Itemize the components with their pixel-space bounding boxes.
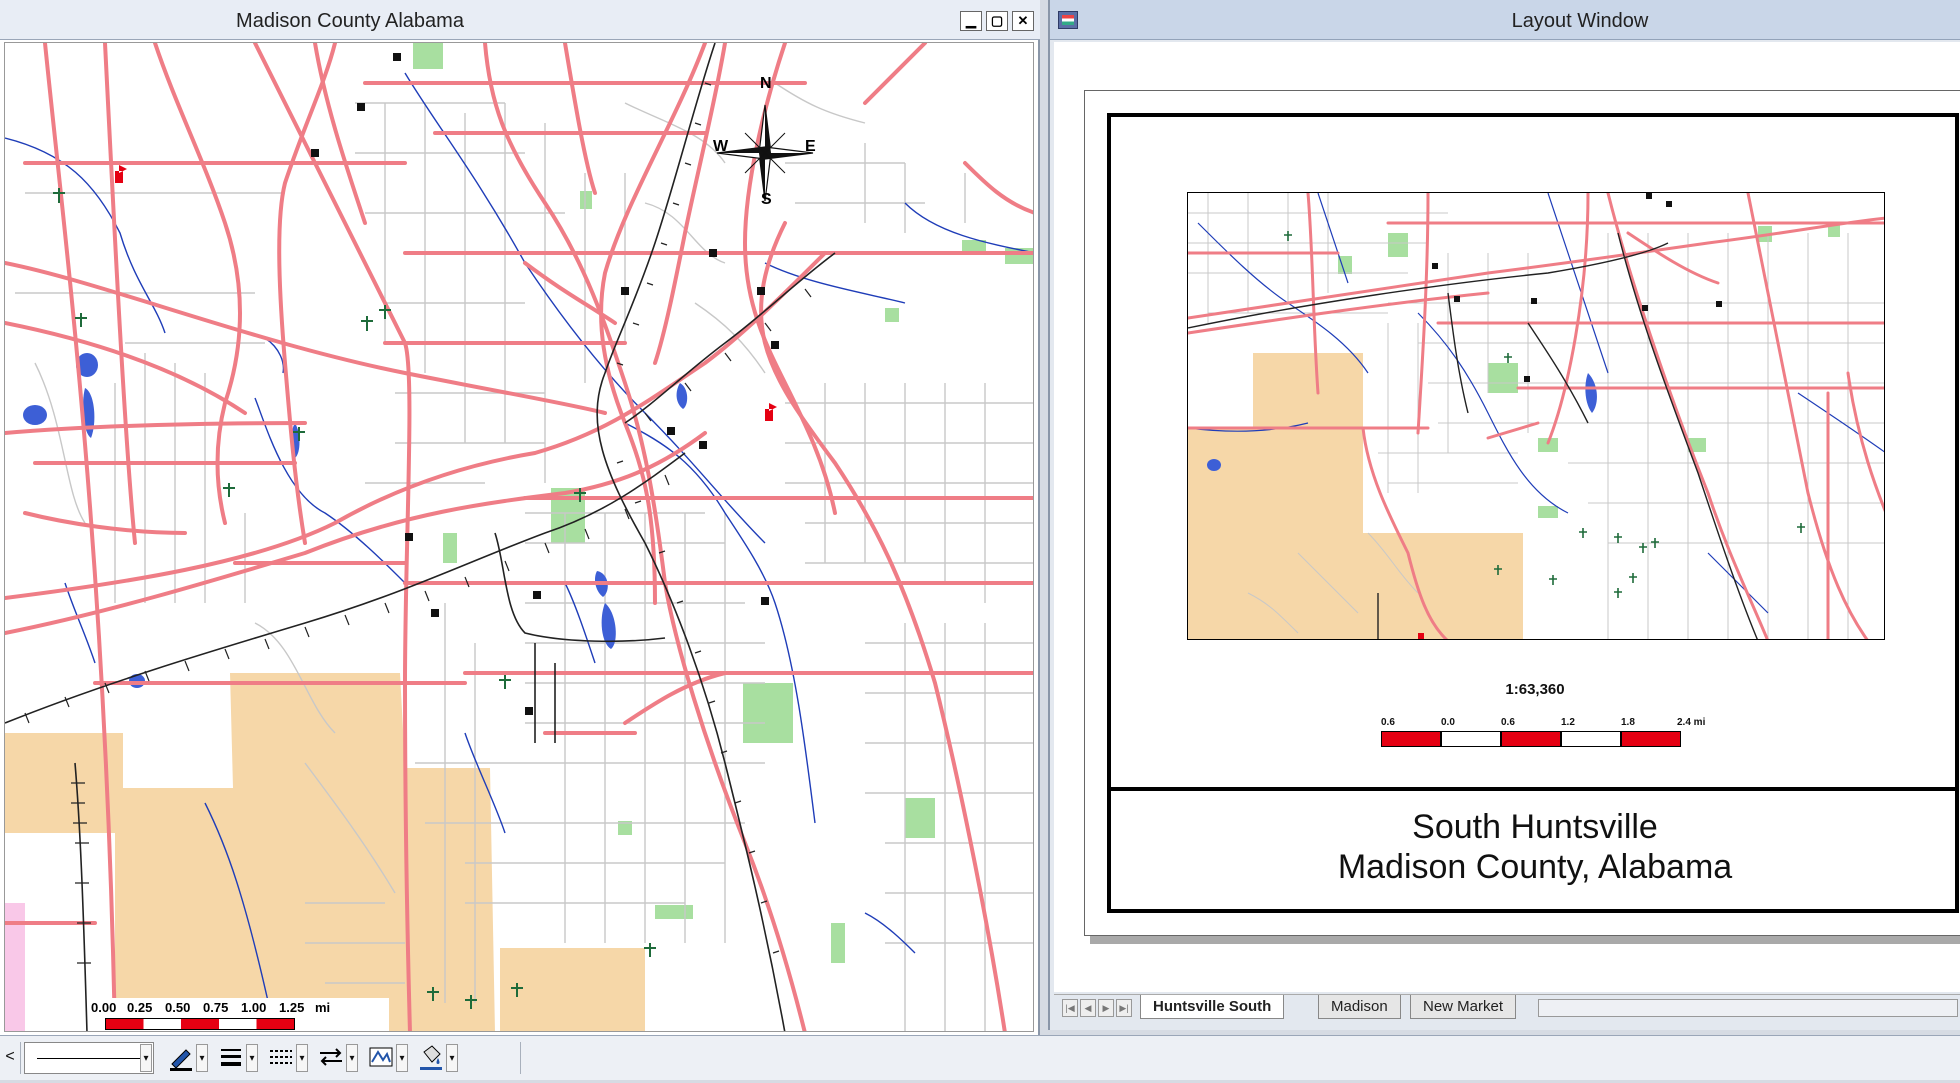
scale-label: 0.6 xyxy=(1381,717,1395,728)
frame-divider xyxy=(1111,787,1959,791)
scale-label: 1.00 xyxy=(241,1000,267,1015)
layout-tab-strip: |◀ ◀ ▶ ▶| Huntsville South Madison New M… xyxy=(1054,994,1960,1020)
scale-segment xyxy=(1381,731,1441,747)
layout-title-line-1: South Huntsville xyxy=(1412,808,1658,846)
scale-label: 2.4 mi xyxy=(1677,717,1706,728)
scale-ratio: 1:63,360 xyxy=(1505,681,1565,698)
layout-canvas[interactable]: 1:63,360 0.6 0.0 0.6 1.2 1.8 2.4 mi Sout… xyxy=(1054,42,1960,992)
toolbar-separator xyxy=(20,1042,21,1074)
scale-label: 1.8 xyxy=(1621,717,1635,728)
line-width-dropdown[interactable]: ▾ xyxy=(246,1044,258,1072)
minimize-button[interactable]: ▁ xyxy=(960,11,982,31)
layout-scale-bar: 0.6 0.0 0.6 1.2 1.8 2.4 mi xyxy=(1381,717,1711,757)
landuse-area xyxy=(500,948,645,1031)
scale-label: 0.00 xyxy=(91,1000,117,1015)
first-tab-button[interactable]: |◀ xyxy=(1062,999,1078,1017)
compass-south-label: S xyxy=(761,191,772,208)
map-window-title: Madison County Alabama xyxy=(236,10,464,32)
scale-label: 1.25 xyxy=(279,1000,305,1015)
fill-dropdown[interactable]: ▾ xyxy=(396,1044,408,1072)
scale-segments xyxy=(105,1018,295,1030)
layout-window-title: Layout Window xyxy=(1511,10,1649,32)
pen-color-dropdown[interactable]: ▾ xyxy=(196,1044,208,1072)
compass-east-label: E xyxy=(805,138,816,155)
map-canvas[interactable]: N S W E 0.00 0.25 0.50 0.75 1.00 1.25 mi xyxy=(4,42,1034,1032)
toolbar-scroll-left[interactable]: < xyxy=(2,1042,18,1074)
drawing-toolbar: < ▾ ▾ ▾ ▾ ▾ ▾ ▾ xyxy=(0,1035,1960,1080)
layout-title-text[interactable]: South Huntsville Madison County, Alabama xyxy=(1111,807,1959,887)
park-areas xyxy=(413,43,1033,963)
scale-label: 0.75 xyxy=(203,1000,229,1015)
layout-title-line-2: Madison County, Alabama xyxy=(1337,848,1733,886)
toolbar-separator xyxy=(520,1042,521,1074)
layout-page: 1:63,360 0.6 0.0 0.6 1.2 1.8 2.4 mi Sout… xyxy=(1084,90,1960,936)
line-pattern-icon[interactable] xyxy=(266,1042,296,1074)
tab-new-market[interactable]: New Market xyxy=(1410,995,1517,1019)
scale-label: 0.6 xyxy=(1501,717,1515,728)
scale-label: 0.25 xyxy=(127,1000,153,1015)
street-map xyxy=(5,43,1033,1031)
fill-icon[interactable] xyxy=(366,1042,396,1074)
scale-label: 0.0 xyxy=(1441,717,1455,728)
map-scale-bar: 0.00 0.25 0.50 0.75 1.00 1.25 mi xyxy=(89,998,389,1031)
last-tab-button[interactable]: ▶| xyxy=(1116,999,1132,1017)
inset-map[interactable] xyxy=(1187,192,1885,640)
scale-segment xyxy=(1561,731,1621,747)
previous-tab-button[interactable]: ◀ xyxy=(1080,999,1096,1017)
scale-segment xyxy=(1501,731,1561,747)
arrow-style-dropdown[interactable]: ▾ xyxy=(346,1044,358,1072)
scale-label: 0.50 xyxy=(165,1000,191,1015)
line-style-dropdown[interactable]: ▾ xyxy=(140,1044,152,1072)
arrow-style-icon[interactable] xyxy=(316,1042,346,1074)
compass-north-label: N xyxy=(760,75,772,92)
tab-madison[interactable]: Madison xyxy=(1318,995,1401,1019)
compass-west-label: W xyxy=(713,138,729,155)
scale-segment xyxy=(1621,731,1681,747)
scale-segment xyxy=(1441,731,1501,747)
scale-unit: mi xyxy=(315,1000,331,1015)
scale-label: 1.2 xyxy=(1561,717,1575,728)
layout-window-titlebar[interactable]: Layout Window xyxy=(1050,0,1960,40)
close-button[interactable]: ✕ xyxy=(1012,11,1034,31)
line-style-picker[interactable] xyxy=(24,1042,154,1074)
horizontal-scrollbar[interactable] xyxy=(1538,999,1958,1017)
next-tab-button[interactable]: ▶ xyxy=(1098,999,1114,1017)
line-width-icon[interactable] xyxy=(216,1042,246,1074)
map-window: Madison County Alabama ▁ ▢ ✕ N S W E 0.0… xyxy=(0,0,1040,1035)
map-window-titlebar[interactable]: Madison County Alabama ▁ ▢ ✕ xyxy=(0,0,1040,40)
compass-rose xyxy=(716,104,814,202)
maximize-button[interactable]: ▢ xyxy=(986,11,1008,31)
landuse-area xyxy=(5,673,495,1031)
layout-window: Layout Window 1:63,360 0.6 0.0 0.6 1.2 1… xyxy=(1048,0,1960,1030)
pen-color-icon[interactable] xyxy=(166,1042,196,1074)
fill-color-dropdown[interactable]: ▾ xyxy=(446,1044,458,1072)
line-pattern-dropdown[interactable]: ▾ xyxy=(296,1044,308,1072)
inset-map-graphic xyxy=(1188,193,1884,639)
layout-frame: 1:63,360 0.6 0.0 0.6 1.2 1.8 2.4 mi Sout… xyxy=(1107,113,1959,913)
tab-huntsville-south[interactable]: Huntsville South xyxy=(1140,995,1285,1019)
fill-color-icon[interactable] xyxy=(416,1042,446,1074)
